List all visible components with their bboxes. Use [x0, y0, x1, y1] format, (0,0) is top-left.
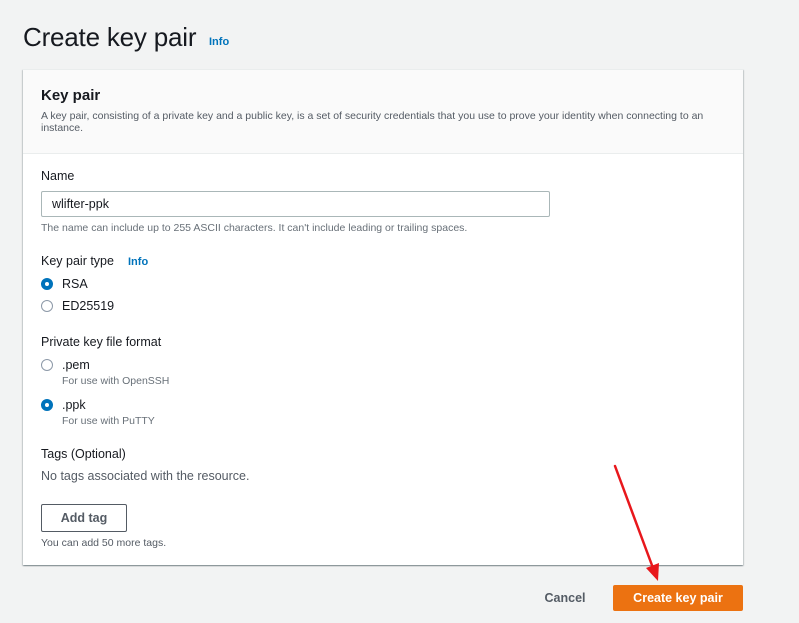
key-pair-type-info-link[interactable]: Info [128, 256, 148, 268]
radio-rsa[interactable]: RSA [41, 276, 88, 292]
cancel-button[interactable]: Cancel [532, 586, 598, 610]
name-input[interactable] [41, 191, 550, 217]
radio-pem-description: For use with OpenSSH [62, 375, 170, 387]
name-hint: The name can include up to 255 ASCII cha… [41, 222, 468, 234]
panel-header: Key pair A key pair, consisting of a pri… [23, 70, 743, 154]
name-label: Name [41, 169, 75, 183]
create-key-pair-button[interactable]: Create key pair [613, 585, 743, 611]
tags-limit-hint: You can add 50 more tags. [41, 537, 167, 549]
file-format-label: Private key file format [41, 335, 162, 349]
radio-unchecked-icon[interactable] [41, 300, 53, 312]
key-pair-type-label: Key pair type [41, 254, 114, 268]
panel-description: A key pair, consisting of a private key … [41, 110, 704, 134]
radio-ppk-label: .ppk [62, 398, 86, 412]
radio-ppk-description: For use with PuTTY [62, 415, 155, 427]
tags-empty-text: No tags associated with the resource. [41, 469, 250, 483]
radio-checked-icon[interactable] [41, 399, 53, 411]
page-title: Create key pair [23, 22, 197, 52]
radio-pem-label: .pem [62, 358, 90, 372]
radio-pem[interactable]: .pem [41, 357, 90, 373]
key-pair-panel: Key pair A key pair, consisting of a pri… [23, 69, 743, 565]
add-tag-button[interactable]: Add tag [41, 504, 127, 532]
radio-unchecked-icon[interactable] [41, 359, 53, 371]
radio-rsa-label: RSA [62, 277, 88, 291]
page-info-link[interactable]: Info [209, 36, 229, 48]
tags-label: Tags (Optional) [41, 447, 126, 461]
radio-ppk[interactable]: .ppk [41, 397, 86, 413]
radio-ed25519[interactable]: ED25519 [41, 298, 114, 314]
radio-ed25519-label: ED25519 [62, 299, 115, 313]
radio-checked-icon[interactable] [41, 278, 53, 290]
panel-title: Key pair [41, 87, 101, 104]
